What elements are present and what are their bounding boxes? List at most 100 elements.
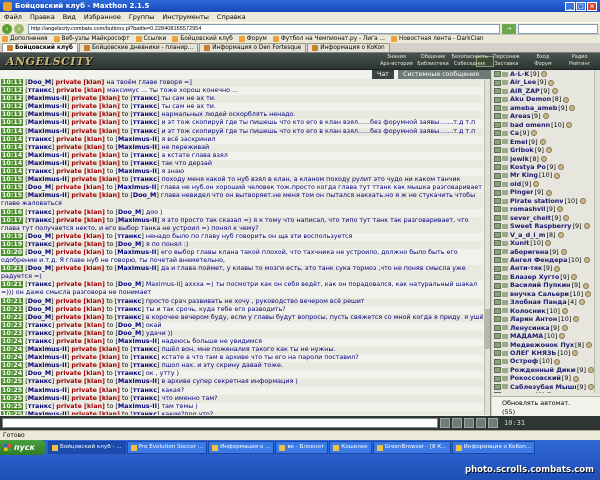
bookmark-item[interactable]: Новостная лента - DarkClan [391,36,484,42]
message-nick[interactable]: ттанкс [28,322,52,329]
user-name[interactable]: ОЛЕГ КНЯЗЬ [510,349,556,357]
message-target[interactable]: ттанкс [117,298,141,305]
game-menu-item[interactable]: Радио [561,54,598,60]
tab-system-messages[interactable]: Системные сообщения [398,70,491,79]
user-info-icon[interactable] [545,147,552,154]
user-name[interactable]: Василий Пупкин [510,281,570,289]
user-info-icon[interactable] [542,113,549,120]
private-message-icon[interactable] [494,181,501,188]
message-nick[interactable]: Doo_M [28,306,51,313]
taskbar-item[interactable]: Кошелек [329,441,372,454]
message-nick[interactable]: ттанкс [28,403,52,410]
game-menu-item[interactable]: Собеседник [451,61,488,67]
message-target[interactable]: Doo_M [118,281,141,288]
user-name[interactable]: old [510,180,521,188]
user-name[interactable]: ameba_ameb [510,104,557,112]
user-row[interactable]: Остроф [10] [492,357,594,365]
message-nick[interactable]: Doo_M [28,184,51,191]
message-target[interactable]: ттанкс [117,306,141,313]
user-info-icon[interactable] [557,164,564,171]
user-row[interactable]: ameba_ameb [9] [492,104,594,112]
user-info-icon[interactable] [571,274,578,281]
message-target[interactable]: ттанкс [133,119,157,126]
message-nick[interactable]: ттанкс [28,281,52,288]
user-name[interactable]: Ca [510,129,519,137]
menu-tools[interactable]: Инструменты [162,13,209,21]
user-row[interactable]: Sweet Raspberry [9] [492,222,594,230]
message-nick[interactable]: Maximus-II [28,346,67,353]
game-menu-item[interactable]: Арх-история [378,61,415,67]
message-time[interactable]: 10:12 [1,95,24,103]
message-time[interactable]: 10:14 [1,151,24,159]
private-message-icon[interactable] [494,240,501,247]
message-time[interactable]: 10:13 [1,119,24,127]
private-message-icon[interactable] [494,341,501,348]
user-name[interactable]: romashvil [510,205,545,213]
user-name[interactable]: Остроф [510,357,538,365]
user-info-icon[interactable] [554,172,561,179]
message-target[interactable]: Maximus-II [118,144,157,151]
message-time[interactable]: 10:25 [1,394,24,402]
message-nick[interactable]: ттанкс [28,217,52,224]
user-info-icon[interactable] [583,223,590,230]
message-time[interactable]: 10:15 [1,176,24,184]
game-menu-item[interactable]: Форум [525,61,562,67]
private-message-icon[interactable] [494,316,501,323]
message-target[interactable]: Maximus-II [117,265,156,272]
user-name[interactable]: Блазер Хугто [510,273,559,281]
message-target[interactable]: Maximus-II [118,378,157,385]
private-message-icon[interactable] [494,96,501,103]
message-time[interactable]: 10:21 [1,297,24,305]
message-nick[interactable]: ттанкс [28,168,52,175]
user-row[interactable]: Aku Demon [8] [492,95,594,103]
message-time[interactable]: 10:21 [1,265,24,273]
message-target[interactable]: ттанкс [133,395,157,402]
private-message-icon[interactable] [494,358,501,365]
message-time[interactable]: 10:24 [1,354,24,362]
user-row[interactable]: Колосник [10] [492,307,594,315]
user-info-icon[interactable] [573,316,580,323]
user-info-icon[interactable] [540,155,547,162]
message-time[interactable]: 10:24 [1,370,24,378]
private-message-icon[interactable] [494,257,501,264]
message-target[interactable]: ттанкс [133,128,157,135]
message-nick[interactable]: ттанкс [28,330,52,337]
message-target[interactable]: ттанкс [133,95,157,102]
menu-view[interactable]: Вид [63,13,76,21]
user-name[interactable]: Злобная Панда [510,298,567,306]
user-info-icon[interactable] [586,341,593,348]
message-time[interactable]: 10:22 [1,313,24,321]
message-nick[interactable]: ттанкс [28,144,52,151]
private-message-icon[interactable] [494,189,501,196]
private-message-icon[interactable] [494,172,501,179]
forward-icon[interactable]: › [14,23,24,34]
user-name[interactable]: A-L-K [510,70,529,78]
close-button[interactable]: × [587,1,597,11]
user-info-icon[interactable] [582,282,589,289]
user-name[interactable]: jewik [510,155,529,163]
private-message-icon[interactable] [494,291,501,297]
message-time[interactable]: 10:12 [1,103,24,111]
message-nick[interactable]: ттанкс [28,87,52,94]
user-name[interactable]: Pirate stationv [510,197,563,205]
chat-message-input[interactable] [2,418,438,428]
bookmark-item[interactable]: Веб-узлы Майкрософт [53,36,130,42]
user-info-icon[interactable] [560,248,567,255]
address-input[interactable] [28,23,500,34]
message-target[interactable]: ттанкс [133,103,157,110]
message-time[interactable]: 10:25 [1,410,24,415]
user-info-icon[interactable] [569,105,576,112]
menu-help[interactable]: Справка [217,13,246,21]
user-info-icon[interactable] [585,291,592,297]
bookmark-item[interactable]: Ссылки [135,36,166,42]
game-menu-item[interactable]: Библиотеки [415,61,452,67]
game-menu-item[interactable]: Безопасность [451,54,488,60]
message-time[interactable]: 10:14 [1,168,24,176]
message-time[interactable]: 10:14 [1,159,24,167]
private-message-icon[interactable] [494,164,501,171]
user-name[interactable]: Рожденный Дикин [510,366,576,374]
game-menu-item[interactable]: Общение [415,54,452,60]
minimize-button[interactable]: _ [565,1,575,11]
private-message-icon[interactable] [494,307,501,314]
private-message-icon[interactable] [494,71,501,78]
